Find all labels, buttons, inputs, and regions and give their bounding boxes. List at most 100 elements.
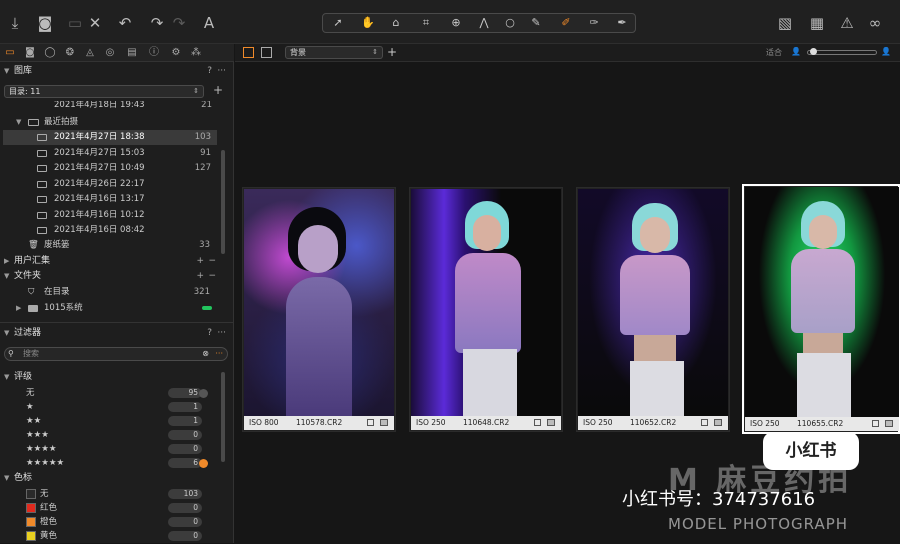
- batch-tab-icon[interactable]: ⁂: [189, 46, 203, 60]
- system-volume-item[interactable]: ▶ 1015系统: [0, 301, 220, 316]
- add-catalog-icon[interactable]: +: [212, 83, 224, 97]
- compare-icon[interactable]: ▧: [776, 14, 794, 32]
- folders-header[interactable]: ▼ 文件夹 + −: [0, 269, 234, 283]
- collection-select[interactable]: 背景 ⇕: [285, 46, 383, 59]
- color-filter-item[interactable]: 无 103: [0, 487, 220, 502]
- recent-capture-item[interactable]: 2021年4月27日 10:49 127: [3, 161, 217, 176]
- redo-dim-icon[interactable]: ↷: [170, 14, 188, 32]
- library-tab-icon[interactable]: ▭: [3, 46, 17, 60]
- recent-capture-item[interactable]: 2021年4月27日 15:03 91: [3, 146, 217, 161]
- variant-icon[interactable]: [547, 419, 555, 426]
- rotate-tool-icon[interactable]: ⊕: [445, 16, 467, 30]
- color-filter-item[interactable]: 黄色 0: [0, 529, 220, 544]
- catalog-select[interactable]: 目录: 11 ⇕: [4, 85, 204, 98]
- output-tab-icon[interactable]: ⚙: [169, 46, 183, 60]
- pan-tool-icon[interactable]: ✋: [357, 16, 379, 30]
- recent-capture-item[interactable]: 2021年4月27日 18:38 103: [3, 130, 217, 145]
- variant-icon[interactable]: [380, 419, 388, 426]
- thumbnail-3[interactable]: ISO 250 110652.CR2: [576, 187, 730, 432]
- thumbnail-2[interactable]: ISO 250 110648.CR2: [409, 187, 563, 432]
- grid-view-icon[interactable]: [243, 47, 254, 58]
- recent-captures-folder[interactable]: ▼ 最近拍摄: [0, 115, 220, 130]
- variant-icon[interactable]: [885, 420, 893, 427]
- add-icon[interactable]: +: [196, 269, 204, 283]
- select-checkbox[interactable]: [701, 419, 708, 426]
- color-tab-icon[interactable]: ❂: [63, 46, 77, 60]
- text-icon[interactable]: A: [200, 14, 218, 32]
- more-icon[interactable]: ···: [217, 326, 226, 340]
- top-shape: [791, 249, 855, 333]
- delete-icon[interactable]: ✕: [86, 14, 104, 32]
- clear-icon[interactable]: ⊗: [202, 348, 209, 360]
- filter-options-icon[interactable]: ···: [215, 348, 223, 360]
- thumbnail-caption: ISO 250 110652.CR2: [578, 416, 728, 430]
- trash-item[interactable]: 🗑 废纸篓 33: [0, 238, 220, 253]
- details-tab-icon[interactable]: ◎: [103, 46, 117, 60]
- grid-icon[interactable]: ▦: [808, 14, 826, 32]
- filters-scrollbar[interactable]: [221, 372, 225, 462]
- filmstrip-view-icon[interactable]: [261, 47, 272, 58]
- recent-capture-item[interactable]: 2021年4月16日 08:42: [3, 223, 217, 238]
- filter-search-input[interactable]: ⚲ 搜索 ⊗ ···: [4, 347, 228, 361]
- capture-tab-icon[interactable]: ◙: [23, 46, 37, 60]
- rating-filter-item[interactable]: ★★★★★ 6: [0, 456, 220, 471]
- thumbnail-4[interactable]: ISO 250 110655.CR2: [742, 184, 900, 434]
- library-scrollbar[interactable]: [221, 150, 225, 254]
- import-icon[interactable]: ⤓: [6, 14, 24, 32]
- help-icon[interactable]: ?: [207, 64, 212, 78]
- add-icon[interactable]: +: [196, 254, 204, 268]
- color-filter-item[interactable]: 橙色 0: [0, 515, 220, 530]
- body-shape: [286, 277, 352, 416]
- rating-filter-item[interactable]: 无 95: [0, 386, 220, 401]
- keystone-tool-icon[interactable]: ⋀: [473, 16, 495, 30]
- metadata-tab-icon[interactable]: ⓘ: [147, 46, 161, 60]
- recent-row-partial[interactable]: 2021年4月18日 19:43 21: [0, 101, 220, 111]
- brush-tool-icon[interactable]: ✐: [555, 16, 577, 30]
- glasses-icon[interactable]: ∞: [866, 14, 884, 32]
- rating-filter-item[interactable]: ★★ 1: [0, 414, 220, 429]
- select-checkbox[interactable]: [534, 419, 541, 426]
- slider-handle[interactable]: [810, 48, 817, 55]
- thumbnail-size-slider[interactable]: [807, 48, 877, 55]
- warning-icon[interactable]: ⚠: [838, 14, 856, 32]
- color-tag-header[interactable]: ▼ 色标: [0, 471, 234, 485]
- recent-capture-item[interactable]: 2021年4月16日 10:12: [3, 208, 217, 223]
- copy-icon[interactable]: ▭: [66, 14, 84, 32]
- lens-tab-icon[interactable]: ◯: [43, 46, 57, 60]
- rating-filter-item[interactable]: ★★★ 0: [0, 428, 220, 443]
- library-header[interactable]: ▼ 图库 ? ···: [0, 64, 234, 78]
- filters-header[interactable]: ▼ 过滤器 ? ···: [0, 326, 234, 340]
- filter-toggle-active[interactable]: [199, 459, 208, 468]
- undo-icon[interactable]: ↶: [116, 14, 134, 32]
- trash-icon: 🗑: [28, 240, 39, 250]
- select-tool-icon[interactable]: ➚: [327, 16, 349, 30]
- adjustments-tab-icon[interactable]: ▤: [125, 46, 139, 60]
- eraser-tool-icon[interactable]: ✑: [583, 16, 605, 30]
- in-catalog-item[interactable]: ⛉ 在目录 321: [0, 285, 220, 300]
- color-filter-item[interactable]: 红色 0: [0, 501, 220, 516]
- rating-filter-item[interactable]: ★★★★ 0: [0, 442, 220, 457]
- thumbnail-1[interactable]: ISO 800 110578.CR2: [242, 187, 396, 432]
- camera-icon[interactable]: ◙: [36, 14, 54, 32]
- annotate-tool-icon[interactable]: ✒: [611, 16, 633, 30]
- select-checkbox[interactable]: [872, 420, 879, 427]
- variant-icon[interactable]: [714, 419, 722, 426]
- recent-capture-item[interactable]: 2021年4月16日 13:17: [3, 192, 217, 207]
- add-icon[interactable]: +: [387, 45, 397, 59]
- picker-tool-icon[interactable]: ✎: [525, 16, 547, 30]
- remove-icon[interactable]: −: [208, 269, 216, 283]
- rating-filter-item[interactable]: ★ 1: [0, 400, 220, 415]
- help-icon[interactable]: ?: [207, 326, 212, 340]
- user-collections-header[interactable]: ▶ 用户汇集 + −: [0, 254, 234, 268]
- more-icon[interactable]: ···: [217, 64, 226, 78]
- rating-header[interactable]: ▼ 评级: [0, 370, 234, 384]
- filter-toggle[interactable]: [199, 389, 208, 398]
- white-balance-tool-icon[interactable]: ⌂: [385, 16, 407, 30]
- crop-tool-icon[interactable]: ⌗: [415, 16, 437, 30]
- spot-tool-icon[interactable]: ○: [499, 16, 521, 30]
- recent-capture-item[interactable]: 2021年4月26日 22:17: [3, 177, 217, 192]
- redo-icon[interactable]: ↷: [148, 14, 166, 32]
- exposure-tab-icon[interactable]: ◬: [83, 46, 97, 60]
- remove-icon[interactable]: −: [208, 254, 216, 268]
- select-checkbox[interactable]: [367, 419, 374, 426]
